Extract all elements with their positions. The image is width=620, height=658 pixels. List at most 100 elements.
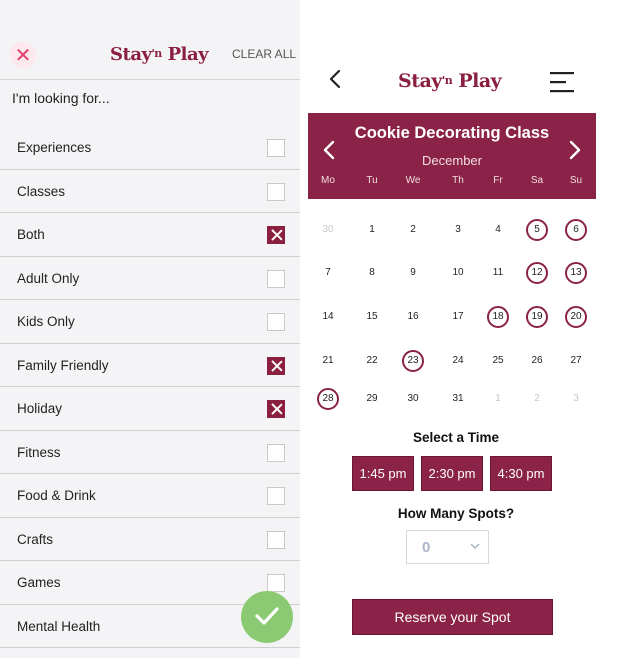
filter-row[interactable]: Kids Only <box>0 300 300 344</box>
calendar-day: 7 <box>325 267 331 278</box>
calendar-day-available[interactable]: 13 <box>565 262 587 284</box>
filter-checkbox[interactable] <box>267 530 285 549</box>
chevron-down-icon <box>470 543 480 550</box>
time-option-button[interactable]: 4:30 pm <box>490 456 552 491</box>
app-logo: Stay'n Play <box>110 44 209 65</box>
prev-month-icon[interactable] <box>322 139 336 161</box>
weekday-label: Su <box>569 175 583 186</box>
filter-panel: ✕ Stay'n Play CLEAR ALL I'm looking for.… <box>0 0 300 658</box>
calendar-day: 1 <box>369 224 375 235</box>
calendar-day-outside: 30 <box>322 224 334 235</box>
menu-icon[interactable] <box>548 70 576 94</box>
calendar-day: 10 <box>452 267 464 278</box>
spots-value: 0 <box>422 539 431 556</box>
filter-checkbox[interactable] <box>267 487 285 505</box>
calendar-day: 4 <box>495 224 501 235</box>
back-arrow-icon[interactable] <box>328 68 342 90</box>
filter-label: Games <box>17 575 61 590</box>
filter-row[interactable]: Experiences <box>0 126 300 170</box>
app-logo: Stay'n Play <box>398 70 502 92</box>
calendar-day: 31 <box>452 393 464 404</box>
calendar-day-available[interactable]: 12 <box>526 262 548 284</box>
calendar-day: 27 <box>570 355 582 366</box>
filter-label: Holiday <box>17 401 63 416</box>
filter-header: ✕ Stay'n Play CLEAR ALL <box>0 0 300 80</box>
filter-prompt: I'm looking for... <box>12 90 110 106</box>
select-time-heading: Select a Time <box>412 430 500 445</box>
filter-checkbox[interactable] <box>267 139 285 157</box>
filter-checkbox[interactable] <box>267 313 285 331</box>
booking-panel: Stay'n Play Cookie Decorating Class Dece… <box>300 0 620 658</box>
filter-label: Family Friendly <box>17 357 109 373</box>
weekday-label: Mo <box>321 175 335 186</box>
weekday-label: Tu <box>366 175 378 186</box>
filter-label: Mental Health <box>17 618 101 634</box>
calendar-day: 14 <box>322 311 334 322</box>
filter-checkbox[interactable] <box>267 182 285 201</box>
time-option-button[interactable]: 2:30 pm <box>421 456 483 491</box>
filter-row[interactable]: Food & Drink <box>0 474 300 518</box>
weekday-label: Fr <box>493 175 503 186</box>
calendar-day-available[interactable]: 18 <box>487 306 509 328</box>
calendar-day: 3 <box>455 224 461 235</box>
calendar-day-available[interactable]: 28 <box>317 388 339 410</box>
weekday-label: Sa <box>530 175 544 186</box>
filter-checkbox[interactable] <box>267 269 285 288</box>
calendar-day-outside: 3 <box>573 393 579 404</box>
calendar-day: 11 <box>492 267 504 278</box>
calendar-day: 24 <box>452 355 464 366</box>
calendar-day: 22 <box>366 355 378 366</box>
close-icon[interactable]: ✕ <box>10 42 36 68</box>
filter-checkbox[interactable] <box>267 226 285 244</box>
filter-label: Adult Only <box>17 270 80 286</box>
filter-list: Experiences Classes Both Adult Only Kids Onl… <box>0 126 300 648</box>
calendar-day: 21 <box>322 355 334 366</box>
filter-label: Kids Only <box>17 314 75 329</box>
time-option-button[interactable]: 1:45 pm <box>352 456 414 491</box>
filter-checkbox[interactable] <box>267 443 285 462</box>
calendar-day-available[interactable]: 6 <box>565 219 587 241</box>
class-title: Cookie Decorating Class <box>354 124 550 142</box>
calendar-header: Cookie Decorating Class December Mo Tu We T… <box>308 113 596 199</box>
filter-label: Classes <box>17 183 66 199</box>
calendar-day: 30 <box>407 393 419 404</box>
calendar-day: 15 <box>366 311 378 322</box>
calendar-day-available[interactable]: 20 <box>565 306 587 328</box>
month-label: December <box>422 153 482 168</box>
calendar-day: 9 <box>410 267 416 278</box>
calendar-day: 26 <box>531 355 543 366</box>
check-icon <box>255 607 279 625</box>
calendar-day: 29 <box>366 393 378 404</box>
spots-heading: How Many Spots? <box>397 506 515 521</box>
calendar-day: 17 <box>452 311 464 322</box>
calendar-day-outside: 2 <box>534 393 540 404</box>
filter-checkbox[interactable] <box>267 400 285 418</box>
filter-label: Both <box>17 227 45 242</box>
filter-row[interactable]: Holiday <box>0 387 300 431</box>
apply-filters-button[interactable] <box>241 591 293 643</box>
calendar-day: 16 <box>407 311 419 322</box>
calendar-day: 8 <box>369 267 375 278</box>
calendar-day-available[interactable]: 5 <box>526 219 548 241</box>
filter-checkbox[interactable] <box>267 356 285 375</box>
filter-label: Experiences <box>17 140 92 155</box>
weekday-label: We <box>405 175 421 186</box>
calendar-day-available[interactable]: 19 <box>526 306 548 328</box>
calendar-day-available[interactable]: 23 <box>402 350 424 372</box>
calendar-day-outside: 1 <box>495 393 501 404</box>
filter-row[interactable]: Adult Only <box>0 256 300 300</box>
weekday-label: Th <box>452 175 464 186</box>
filter-label: Crafts <box>17 531 54 547</box>
reserve-button[interactable]: Reserve your Spot <box>352 599 553 635</box>
filter-checkbox[interactable] <box>267 574 285 592</box>
filter-row[interactable]: Both <box>0 213 300 257</box>
next-month-icon[interactable] <box>568 139 582 161</box>
filter-row[interactable]: Crafts <box>0 517 300 561</box>
filter-row[interactable]: Family Friendly <box>0 343 300 387</box>
spots-select[interactable]: 0 <box>406 530 489 564</box>
filter-row[interactable]: Fitness <box>0 430 300 474</box>
filter-label: Fitness <box>17 444 61 460</box>
calendar-day: 2 <box>410 224 416 235</box>
filter-row[interactable]: Classes <box>0 169 300 213</box>
clear-all-button[interactable]: CLEAR ALL <box>232 47 296 61</box>
